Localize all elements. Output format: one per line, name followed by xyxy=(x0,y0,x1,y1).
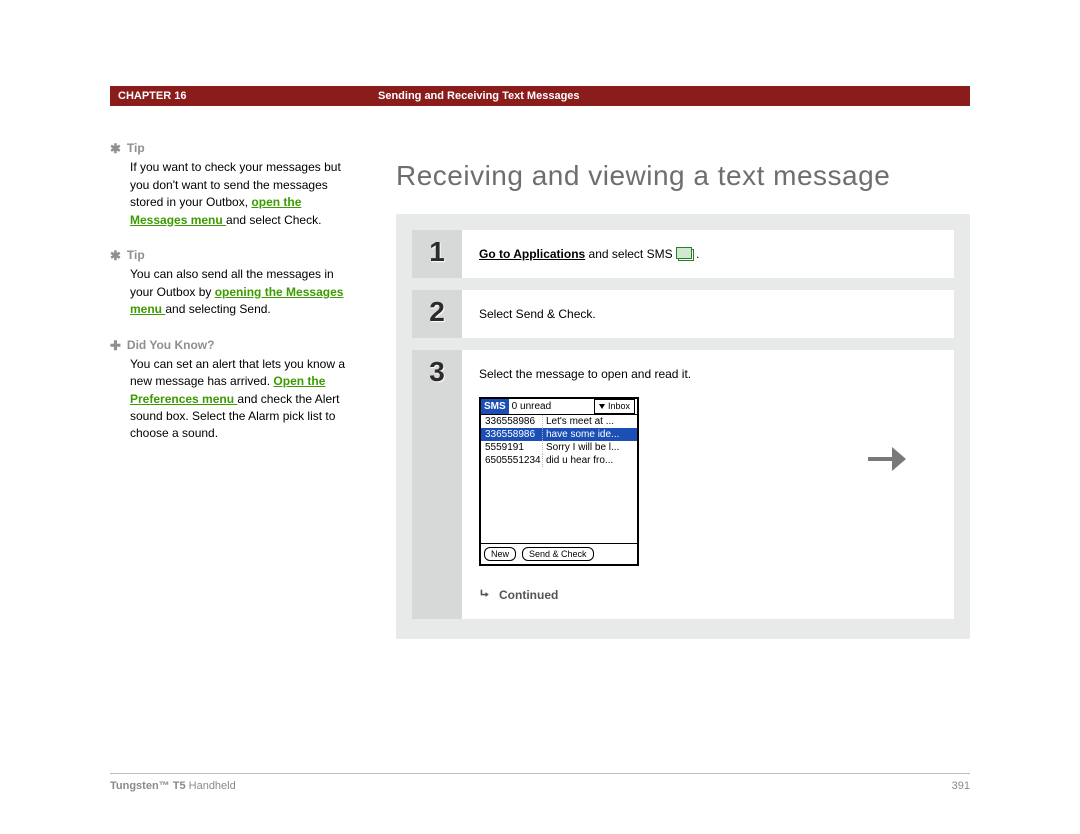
device-new-button[interactable]: New xyxy=(484,547,516,561)
continued-label: Continued xyxy=(499,586,558,604)
step-3: 3 Select the message to open and read it… xyxy=(412,350,954,619)
step-number: 1 xyxy=(412,230,462,278)
plus-icon: ✚ xyxy=(110,339,121,352)
page-title: Receiving and viewing a text message xyxy=(396,160,970,192)
device-message-row[interactable]: 6505551234 did u hear fro... xyxy=(481,454,637,467)
sms-app-icon xyxy=(678,249,694,261)
device-message-row[interactable]: 336558986 have some ide... xyxy=(481,428,637,441)
asterisk-icon: ✱ xyxy=(110,142,121,155)
page-footer: Tungsten™ T5 Handheld 391 xyxy=(110,773,970,792)
sidebar-did-you-know: ✚ Did You Know? You can set an alert tha… xyxy=(110,337,360,443)
sidebar-heading: Tip xyxy=(127,140,145,157)
chapter-header: CHAPTER 16 Sending and Receiving Text Me… xyxy=(110,86,970,106)
step-text: Select the message to open and read it. xyxy=(479,367,691,381)
device-message-list: 336558986 Let's meet at ... 336558986 ha… xyxy=(481,415,637,543)
asterisk-icon: ✱ xyxy=(110,249,121,262)
next-page-arrow-icon xyxy=(862,435,910,483)
step-number: 3 xyxy=(412,350,462,619)
sidebar: ✱ Tip If you want to check your messages… xyxy=(110,140,360,639)
device-message-row[interactable]: 336558986 Let's meet at ... xyxy=(481,415,637,428)
sidebar-heading: Tip xyxy=(127,247,145,264)
device-screenshot: SMS 0 unread Inbox 336558986 xyxy=(479,397,639,566)
continued-arrow-icon xyxy=(479,588,493,602)
device-sms-badge: SMS xyxy=(481,399,509,414)
step-1: 1 Go to Applications and select SMS . xyxy=(412,230,954,278)
chapter-label: CHAPTER 16 xyxy=(110,86,378,106)
step-text: and select SMS xyxy=(585,247,676,261)
page-number: 391 xyxy=(952,780,970,792)
chevron-down-icon xyxy=(599,404,605,409)
step-text: Select Send & Check. xyxy=(479,307,596,321)
device-folder-label: Inbox xyxy=(608,400,630,414)
device-message-row[interactable]: 5559191 Sorry I will be l... xyxy=(481,441,637,454)
step-number: 2 xyxy=(412,290,462,338)
sidebar-text: and selecting Send. xyxy=(165,302,270,316)
steps-panel: 1 Go to Applications and select SMS . 2 … xyxy=(396,214,970,639)
sidebar-heading: Did You Know? xyxy=(127,337,215,354)
step-text: . xyxy=(696,247,699,261)
sidebar-tip-2: ✱ Tip You can also send all the messages… xyxy=(110,247,360,319)
section-title: Sending and Receiving Text Messages xyxy=(378,86,970,106)
device-send-check-button[interactable]: Send & Check xyxy=(522,547,594,561)
device-folder-dropdown[interactable]: Inbox xyxy=(594,399,635,415)
product-name: Tungsten™ T5 Handheld xyxy=(110,780,236,792)
sidebar-text: If you want to check your messages but y… xyxy=(130,160,341,209)
sidebar-text: and select Check. xyxy=(226,213,321,227)
continued-indicator: Continued xyxy=(479,586,937,604)
sidebar-tip-1: ✱ Tip If you want to check your messages… xyxy=(110,140,360,229)
device-unread-count: 0 unread xyxy=(509,399,594,414)
link-go-to-applications[interactable]: Go to Applications xyxy=(479,247,585,261)
step-2: 2 Select Send & Check. xyxy=(412,290,954,338)
